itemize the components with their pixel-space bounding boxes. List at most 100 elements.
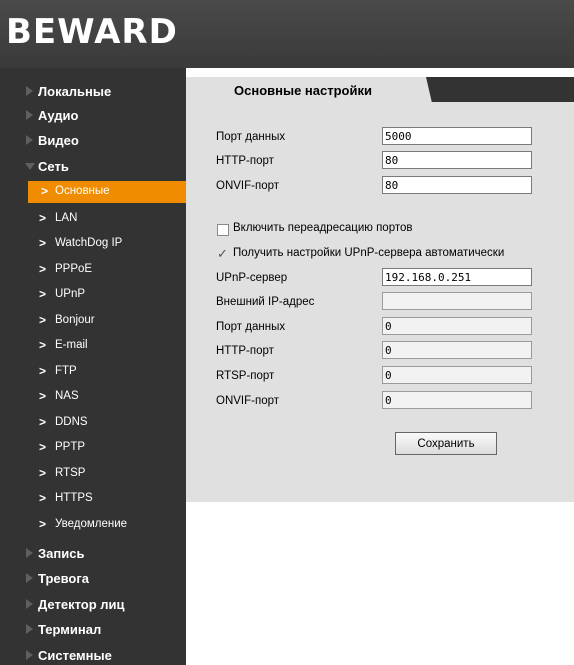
nav-label: Аудио [38, 108, 79, 123]
ext-http-port-input: 0 [382, 341, 532, 359]
collapsed-triangle-icon [26, 548, 33, 558]
chevron-right-icon: > [39, 517, 47, 531]
settings-panel: Основные настройки Порт данных 5000 HTTP… [186, 77, 574, 502]
nav-label: PPTP [55, 441, 86, 453]
collapsed-triangle-icon [26, 110, 33, 120]
nav-label: Запись [38, 546, 85, 561]
nav-label: Основные [55, 185, 110, 197]
sidebar-item-basic[interactable]: > Основные [28, 181, 186, 203]
ext-onvif-port-label: ONVIF-порт [216, 395, 280, 407]
chevron-right-icon: > [39, 364, 47, 378]
tab-basic-settings[interactable]: Основные настройки [186, 77, 432, 103]
sidebar-item-lan[interactable]: > LAN [0, 211, 186, 229]
nav-record[interactable]: Запись [0, 544, 186, 564]
sidebar-item-upnp[interactable]: > UPnP [0, 287, 186, 305]
nav-system[interactable]: Системные [0, 646, 186, 665]
port-forward-label: Включить переадресацию портов [233, 222, 413, 234]
chevron-right-icon: > [39, 415, 47, 429]
onvif-port-input[interactable]: 80 [382, 176, 532, 194]
chevron-right-icon: > [39, 491, 47, 505]
ext-onvif-port-input: 0 [382, 391, 532, 409]
http-port-label: HTTP-порт [216, 155, 274, 167]
nav-terminal[interactable]: Терминал [0, 620, 186, 640]
chevron-right-icon: > [39, 211, 47, 225]
external-ip-label: Внешний IP-адрес [216, 296, 315, 308]
nav-video[interactable]: Видео [0, 131, 186, 151]
collapsed-triangle-icon [26, 650, 33, 660]
nav-label: Локальные [38, 84, 112, 99]
sidebar: Локальные Аудио Видео Сеть > Основные > LA… [0, 68, 186, 665]
onvif-port-label: ONVIF-порт [216, 180, 280, 192]
expanded-triangle-icon [25, 163, 35, 170]
nav-label: Системные [38, 648, 112, 663]
sidebar-item-email[interactable]: > E-mail [0, 338, 186, 356]
sidebar-item-bonjour[interactable]: > Bonjour [0, 313, 186, 331]
nav-audio[interactable]: Аудио [0, 106, 186, 126]
upnp-auto-checkbox[interactable]: ✓ [217, 246, 229, 261]
data-port-input[interactable]: 5000 [382, 127, 532, 145]
nav-label: Детектор лиц [38, 597, 125, 612]
ext-http-port-label: HTTP-порт [216, 345, 274, 357]
chevron-right-icon: > [41, 184, 49, 198]
nav-label: Видео [38, 133, 79, 148]
chevron-right-icon: > [39, 236, 47, 250]
upnp-auto-label: Получить настройки UPnP-сервера автомати… [233, 247, 505, 259]
ext-data-port-input: 0 [382, 317, 532, 335]
nav-label: Сеть [38, 159, 69, 174]
nav-label: PPPoE [55, 263, 93, 275]
nav-network[interactable]: Сеть [0, 157, 186, 177]
data-port-label: Порт данных [216, 131, 286, 143]
nav-label: NAS [55, 390, 79, 402]
upnp-server-input[interactable]: 192.168.0.251 [382, 268, 532, 286]
nav-label: Тревога [38, 571, 90, 586]
nav-label: Уведомление [55, 518, 128, 530]
nav-local[interactable]: Локальные [0, 82, 186, 102]
chevron-right-icon: > [39, 466, 47, 480]
header-bar: BEWARD [0, 0, 574, 68]
collapsed-triangle-icon [26, 573, 33, 583]
sidebar-item-rtsp[interactable]: > RTSP [0, 466, 186, 484]
nav-label: Терминал [38, 622, 102, 637]
nav-alarm[interactable]: Тревога [0, 569, 186, 589]
nav-label: RTSP [55, 467, 86, 479]
collapsed-triangle-icon [26, 86, 33, 96]
nav-label: HTTPS [55, 492, 93, 504]
save-button[interactable]: Сохранить [395, 432, 497, 455]
tab-bar: Основные настройки [186, 77, 574, 103]
port-forward-checkbox[interactable] [217, 224, 229, 236]
ext-data-port-label: Порт данных [216, 321, 286, 333]
sidebar-item-pptp[interactable]: > PPTP [0, 440, 186, 458]
nav-label: WatchDog IP [55, 237, 123, 249]
checkmark-icon: ✓ [217, 246, 228, 261]
http-port-input[interactable]: 80 [382, 151, 532, 169]
external-ip-input [382, 292, 532, 310]
chevron-right-icon: > [39, 313, 47, 327]
chevron-right-icon: > [39, 389, 47, 403]
collapsed-triangle-icon [26, 135, 33, 145]
nav-label: E-mail [55, 339, 88, 351]
nav-label: DDNS [55, 416, 88, 428]
ext-rtsp-port-input: 0 [382, 366, 532, 384]
sidebar-item-ddns[interactable]: > DDNS [0, 415, 186, 433]
nav-label: Bonjour [55, 314, 95, 326]
chevron-right-icon: > [39, 338, 47, 352]
tab-label: Основные настройки [234, 83, 372, 98]
nav-face-detector[interactable]: Детектор лиц [0, 595, 186, 615]
ext-rtsp-port-label: RTSP-порт [216, 370, 275, 382]
sidebar-item-pppoe[interactable]: > PPPoE [0, 262, 186, 280]
nav-label: UPnP [55, 288, 86, 300]
beward-logo: BEWARD [6, 12, 178, 52]
sidebar-item-nas[interactable]: > NAS [0, 389, 186, 407]
chevron-right-icon: > [39, 262, 47, 276]
collapsed-triangle-icon [26, 624, 33, 634]
upnp-server-label: UPnP-сервер [216, 272, 288, 284]
chevron-right-icon: > [39, 440, 47, 454]
sidebar-item-https[interactable]: > HTTPS [0, 491, 186, 509]
sidebar-item-watchdog[interactable]: > WatchDog IP [0, 236, 186, 254]
nav-label: FTP [55, 365, 77, 377]
collapsed-triangle-icon [26, 599, 33, 609]
sidebar-item-ftp[interactable]: > FTP [0, 364, 186, 382]
sidebar-item-notification[interactable]: > Уведомление [0, 517, 186, 535]
nav-label: LAN [55, 212, 78, 224]
chevron-right-icon: > [39, 287, 47, 301]
